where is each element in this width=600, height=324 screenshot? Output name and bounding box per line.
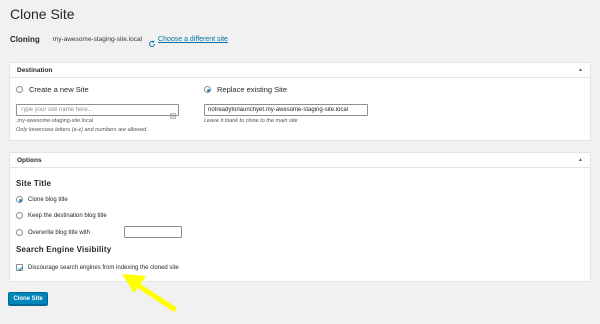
site-title-heading: Site Title: [16, 179, 52, 188]
page-title: Clone Site: [10, 6, 75, 22]
destination-panel-title: Destination: [17, 66, 53, 74]
clone-site-button[interactable]: Clone Site: [8, 292, 48, 305]
options-panel-title: Options: [17, 156, 42, 164]
new-site-suffix: .my-awesome-staging-site.local: [16, 118, 94, 124]
create-new-site-label: Create a new Site: [29, 85, 89, 94]
search-visibility-heading: Search Engine Visibility: [16, 245, 112, 254]
keep-destination-title-radio[interactable]: [16, 212, 23, 219]
destination-panel-header[interactable]: Destination ▲: [10, 63, 590, 78]
new-site-help: Only lowercase letters (a-z) and numbers…: [16, 127, 148, 133]
refresh-icon[interactable]: [148, 35, 156, 47]
keep-destination-title-option[interactable]: Keep the destination blog title: [16, 212, 107, 219]
triangle-up-icon[interactable]: ▲: [578, 157, 583, 163]
replace-existing-site-radio[interactable]: [204, 86, 211, 93]
clone-blog-title-radio[interactable]: [16, 196, 23, 203]
replace-existing-site-label: Replace existing Site: [217, 85, 288, 94]
new-site-input-wrap: [16, 104, 179, 119]
options-panel-header[interactable]: Options ▲: [10, 153, 590, 168]
replace-site-input[interactable]: [204, 104, 368, 116]
overwrite-title-input[interactable]: [124, 226, 182, 238]
discourage-search-label: Discourage search engines from indexing …: [28, 264, 179, 271]
clone-blog-title-label: Clone blog title: [28, 196, 68, 203]
choose-different-site-link[interactable]: Choose a different site: [158, 36, 228, 43]
replace-site-help: Leave it blank to clone to the main site: [204, 118, 298, 124]
replace-existing-site-option[interactable]: Replace existing Site: [204, 85, 287, 94]
discourage-search-checkbox[interactable]: [16, 264, 24, 271]
cloning-site-name: my-awesome-staging-site.local: [52, 35, 143, 43]
keep-destination-title-label: Keep the destination blog title: [28, 212, 107, 219]
discourage-search-option[interactable]: Discourage search engines from indexing …: [16, 264, 179, 271]
destination-panel: Destination ▲ Create a new Site Replace …: [9, 62, 591, 141]
overwrite-title-label: Overwrite blog title with: [28, 229, 91, 236]
create-new-site-radio[interactable]: [16, 86, 23, 93]
clone-blog-title-option[interactable]: Clone blog title: [16, 196, 68, 203]
create-new-site-option[interactable]: Create a new Site: [16, 85, 89, 94]
cloning-label: Cloning: [10, 34, 40, 44]
options-panel: Options ▲ Site Title Clone blog title Ke…: [9, 152, 591, 282]
triangle-up-icon[interactable]: ▲: [578, 67, 583, 73]
contact-card-icon: [170, 106, 176, 119]
overwrite-title-radio[interactable]: [16, 229, 23, 236]
new-site-name-input[interactable]: [16, 104, 179, 116]
cloning-row: Cloning my-awesome-staging-site.local Ch…: [10, 33, 228, 47]
overwrite-title-option[interactable]: Overwrite blog title with: [16, 229, 90, 236]
